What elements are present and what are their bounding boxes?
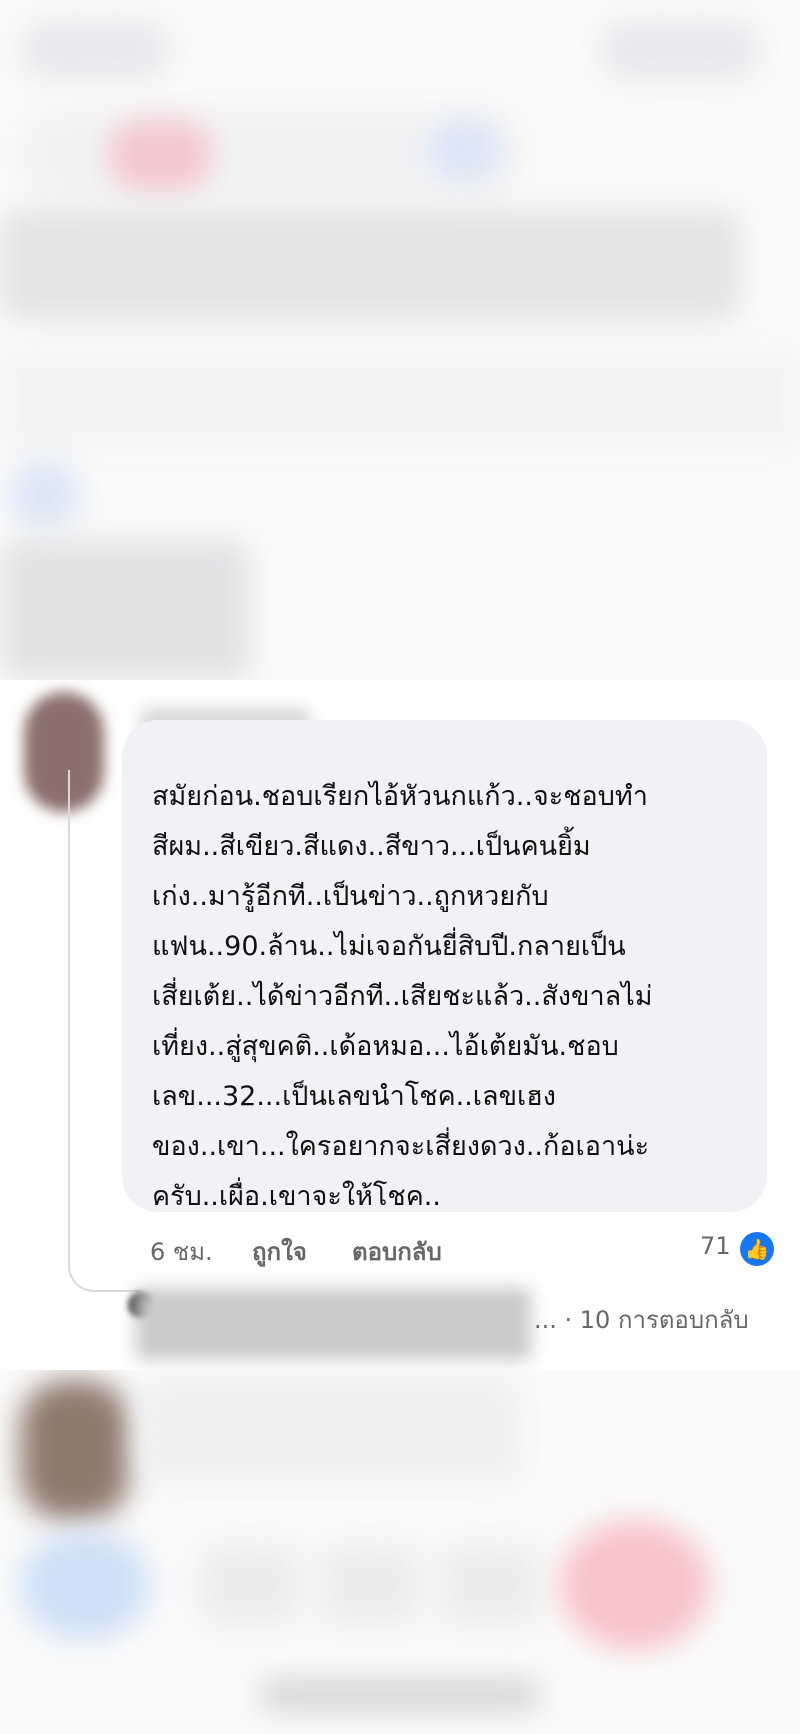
comment-line: แฟน..90.ล้าน..ไม่เจอกันยี่สิบปี.กลายเป็น: [152, 931, 626, 962]
comment-line: เสี่ยเต้ย..ได้ข่าวอีกที..เสียชะแล้ว..สัง…: [152, 981, 653, 1012]
like-button[interactable]: ถูกใจ: [252, 1232, 307, 1271]
comment-line: ครับ..เผื่อ.เขาจะให้โชค..: [152, 1181, 441, 1212]
blurred-previous-content: [0, 0, 800, 700]
comment-line: เก่ง..มารู้อีกที..เป็นข่าว..ถูกหวยกับ: [152, 881, 549, 912]
comment-line: สีผม..สีเขียว.สีแดง..สีขาว...เป็นคนยิ้ม: [152, 831, 591, 862]
comment-line: ของ..เขา...ใครอยากจะเสี่ยงดวง..ก้อเอาน่ะ: [152, 1131, 650, 1162]
comment-line: เลข...32...เป็นเลขนำโชค..เลขเฮง: [152, 1081, 556, 1112]
comment-text: สมัยก่อน.ชอบเรียกไอ้หัวนกแก้ว..จะชอบทำ ส…: [152, 772, 752, 1222]
comment-line: สมัยก่อน.ชอบเรียกไอ้หัวนกแก้ว..จะชอบทำ: [152, 781, 648, 812]
reply-button[interactable]: ตอบกลับ: [352, 1232, 442, 1271]
blurred-reply-preview[interactable]: [136, 1288, 531, 1360]
reaction-count[interactable]: 71: [700, 1232, 731, 1260]
thumbs-up-icon[interactable]: 👍: [740, 1232, 774, 1266]
comment-time[interactable]: 6 ชม.: [150, 1232, 213, 1271]
comment: สมัยก่อน.ชอบเรียกไอ้หัวนกแก้ว..จะชอบทำ ส…: [0, 680, 800, 1360]
replies-count-link[interactable]: ... · 10 การตอบกลับ: [534, 1300, 749, 1339]
blurred-next-content: [0, 1370, 800, 1734]
comment-line: เที่ยง..สู่สุขคติ..เด้อหมอ...ไอ้เต้ยมัน.…: [152, 1031, 619, 1062]
